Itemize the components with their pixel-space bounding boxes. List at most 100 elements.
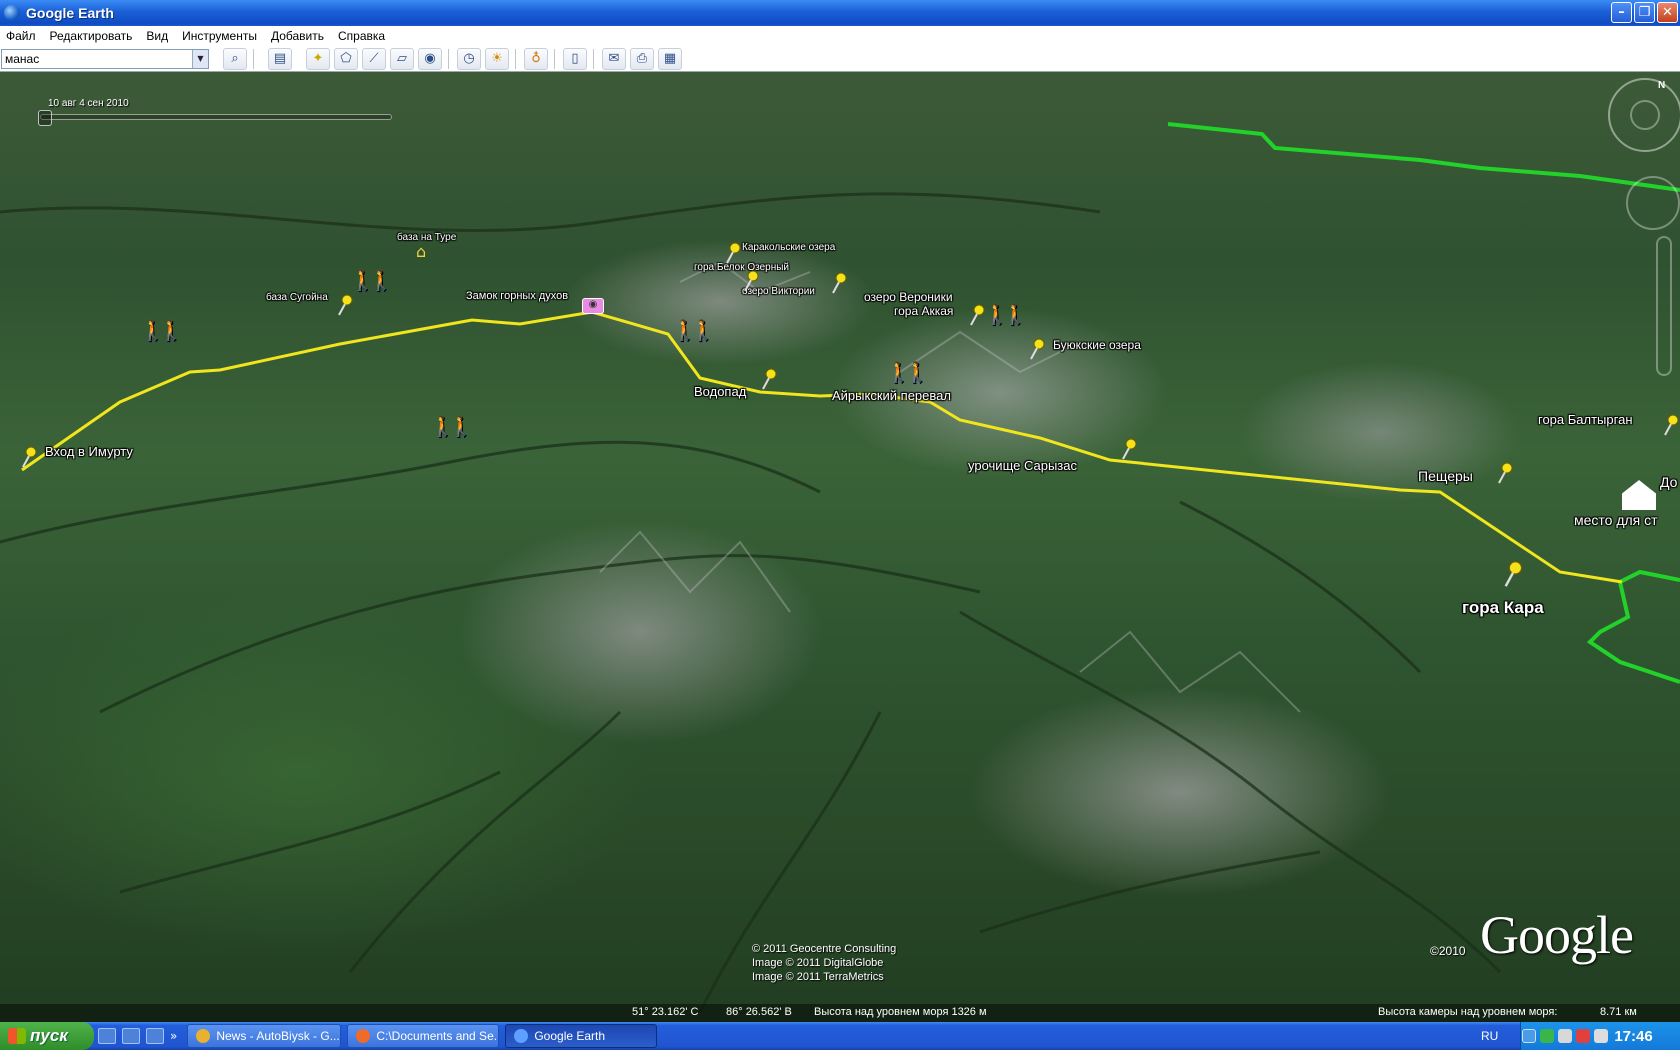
yellow-pushpin-icon[interactable] [724, 242, 742, 264]
start-button[interactable]: пуск [0, 1022, 94, 1050]
place-label[interactable]: база на Туре [397, 232, 456, 243]
planets-button[interactable]: ♁ [524, 47, 548, 70]
place-label[interactable]: Вход в Имурту [45, 444, 133, 459]
historical-imagery-button[interactable]: ◷ [457, 47, 481, 70]
place-label[interactable]: урочище Сарызас [968, 458, 1077, 473]
menu-file[interactable]: Файл [0, 29, 44, 43]
tray-icon[interactable] [1522, 1029, 1537, 1043]
search-input[interactable] [2, 49, 192, 68]
sunlight-button[interactable]: ☀ [485, 47, 509, 70]
yellow-pushpin-icon[interactable] [1502, 560, 1524, 588]
restore-button[interactable]: ❐ [1634, 2, 1655, 23]
place-label[interactable]: озеро Вероники [864, 290, 953, 304]
hiking-icon[interactable]: 🚶🚶 [984, 304, 1028, 324]
place-label[interactable]: Айрыкский перевал [832, 388, 951, 403]
language-indicator[interactable]: RU [1481, 1029, 1498, 1043]
menu-edit[interactable]: Редактировать [44, 29, 141, 43]
hiking-icon[interactable]: 🚶🚶 [430, 416, 474, 436]
hiking-icon[interactable]: 🚶🚶 [672, 320, 716, 340]
print-button[interactable]: ⎙ [630, 47, 654, 70]
taskbar: пуск » News - AutoBiysk - G... C:\Docume… [0, 1022, 1680, 1050]
yellow-pushpin-icon[interactable] [760, 368, 778, 390]
search-button[interactable]: ⌕ [223, 47, 247, 70]
time-slider[interactable]: 10 авг 4 сен 2010 [22, 98, 392, 126]
hiking-icon[interactable]: 🚶🚶 [140, 320, 184, 340]
place-label[interactable]: место для ст [1574, 512, 1658, 528]
quick-launch-icon[interactable] [98, 1028, 116, 1044]
add-image-overlay-button[interactable]: ▱ [390, 47, 414, 70]
chevron-down-icon[interactable]: ▼ [192, 49, 208, 68]
quick-launch-icon[interactable] [146, 1028, 164, 1044]
place-label[interactable]: До [1660, 474, 1677, 490]
planets-icon: ♁ [531, 51, 541, 66]
place-label[interactable]: Пещеры [1418, 468, 1473, 484]
house-icon[interactable]: ⌂ [416, 242, 426, 261]
attribution-line: Image © 2011 TerraMetrics [752, 971, 884, 983]
toolbar: ▼ ⌕ ▤ ✦ ⬠ ⟋ ▱ ◉ ◷ ☀ ♁ ▯ ✉ ⎙ ▦ [0, 46, 1680, 72]
minimize-button[interactable]: – [1611, 2, 1632, 23]
camera-icon[interactable]: ◉ [582, 298, 604, 314]
start-label: пуск [30, 1026, 68, 1045]
menu-view[interactable]: Вид [140, 29, 176, 43]
yellow-pushpin-icon[interactable] [742, 270, 760, 292]
add-placemark-button[interactable]: ✦ [306, 47, 330, 70]
yellow-pushpin-icon[interactable] [1120, 438, 1138, 460]
place-label[interactable]: гора Аккая [894, 304, 953, 318]
time-slider-handle[interactable] [38, 110, 52, 126]
compass-ring[interactable]: N [1608, 78, 1680, 152]
hiking-icon[interactable]: 🚶🚶 [350, 270, 394, 290]
camera-altitude-value: 8.71 км [1600, 1006, 1637, 1018]
yellow-pushpin-icon[interactable] [20, 446, 38, 468]
tray-icon[interactable] [1576, 1029, 1591, 1043]
task-button-explorer[interactable]: C:\Documents and Se... [347, 1024, 500, 1048]
record-tour-button[interactable]: ◉ [418, 47, 442, 70]
terrain-layer [0, 122, 1680, 1013]
yellow-pushpin-icon[interactable] [336, 294, 354, 316]
zoom-slider[interactable] [1656, 236, 1672, 376]
clock[interactable]: 17:46 [1614, 1028, 1652, 1045]
hiking-icon[interactable]: 🚶🚶 [886, 362, 930, 382]
menu-add[interactable]: Добавить [265, 29, 332, 43]
tray-icon[interactable] [1558, 1029, 1573, 1043]
task-button-google-earth[interactable]: Google Earth [505, 1024, 658, 1048]
yellow-pushpin-icon[interactable] [1028, 338, 1046, 360]
yellow-pushpin-icon[interactable] [830, 272, 848, 294]
yellow-pushpin-icon[interactable] [1662, 414, 1680, 436]
search-combobox[interactable]: ▼ [1, 48, 209, 69]
time-slider-track[interactable] [40, 114, 392, 120]
google-earth-window: Google Earth – ❐ ✕ Файл Редактировать Ви… [0, 0, 1680, 1050]
add-polygon-button[interactable]: ⬠ [334, 47, 358, 70]
place-label[interactable]: Каракольские озера [742, 242, 835, 253]
place-label[interactable]: гора Кара [1462, 598, 1544, 618]
quick-launch-icon[interactable] [122, 1028, 140, 1044]
quick-launch-expand-icon[interactable]: » [170, 1029, 177, 1043]
email-button[interactable]: ✉ [602, 47, 626, 70]
volume-icon[interactable] [1594, 1029, 1609, 1043]
ruler-button[interactable]: ▯ [563, 47, 587, 70]
place-label[interactable]: база Сугойна [266, 292, 328, 303]
placemark-icon: ✦ [312, 51, 324, 66]
place-label[interactable]: гора Балтырган [1538, 412, 1633, 427]
menu-bar: Файл Редактировать Вид Инструменты Добав… [0, 26, 1680, 46]
view-in-maps-button[interactable]: ▦ [658, 47, 682, 70]
add-path-button[interactable]: ⟋ [362, 47, 386, 70]
place-label[interactable]: Замок горных духов [466, 290, 568, 302]
hiking-route-line [21, 310, 1623, 584]
tray-icon[interactable] [1540, 1029, 1555, 1043]
map-viewport[interactable]: 10 авг 4 сен 2010 база на Туре Каракольс… [0, 72, 1680, 1022]
menu-tools[interactable]: Инструменты [176, 29, 265, 43]
place-label[interactable]: Водопад [694, 384, 746, 399]
latitude-readout: 51° 23.162' С [632, 1006, 699, 1018]
search-icon: ⌕ [231, 51, 239, 66]
place-label[interactable]: Буюкские озера [1053, 338, 1141, 352]
move-joystick[interactable] [1626, 176, 1680, 230]
look-joystick[interactable] [1630, 100, 1660, 130]
task-button-browser[interactable]: News - AutoBiysk - G... [187, 1024, 342, 1048]
close-button[interactable]: ✕ [1657, 2, 1678, 23]
sidebar-toggle-icon: ▤ [273, 51, 287, 66]
menu-help[interactable]: Справка [332, 29, 393, 43]
yellow-pushpin-icon[interactable] [1496, 462, 1514, 484]
toolbar-divider [515, 48, 516, 69]
window-title: Google Earth [26, 5, 114, 21]
sidebar-toggle-button[interactable]: ▤ [268, 47, 292, 70]
